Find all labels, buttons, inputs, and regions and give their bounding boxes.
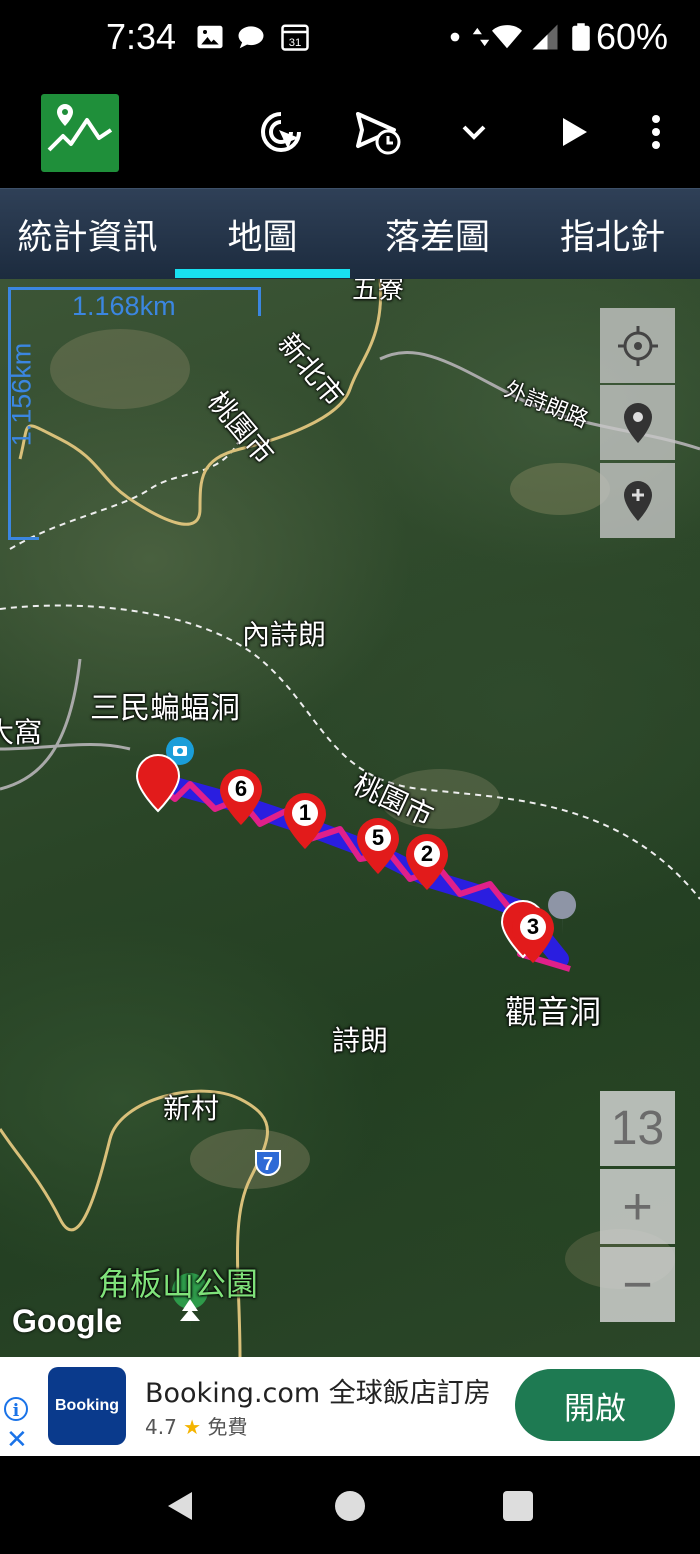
- place-label: 新村: [163, 1092, 220, 1125]
- tab-elevation[interactable]: 落差圖: [350, 189, 525, 280]
- place-label: 角板山公園: [98, 1265, 259, 1303]
- start-marker[interactable]: [135, 753, 181, 813]
- more-vert-icon[interactable]: [628, 104, 684, 160]
- waypoint-marker[interactable]: 2: [404, 832, 450, 892]
- place-label: 觀音洞: [505, 993, 602, 1031]
- battery-icon: [572, 23, 590, 51]
- waypoint-marker[interactable]: 3: [510, 905, 556, 965]
- waypoint-number: 6: [234, 776, 248, 801]
- zoom-out-button[interactable]: −: [600, 1247, 675, 1322]
- my-location-button[interactable]: [600, 308, 675, 383]
- tab-statistics[interactable]: 統計資訊: [0, 189, 175, 280]
- recents-icon[interactable]: [500, 1488, 536, 1524]
- tab-selected-indicator: [175, 269, 350, 278]
- calendar-day: 31: [289, 37, 302, 49]
- zoom-in-button[interactable]: +: [600, 1169, 675, 1244]
- data-arrows-icon: [472, 27, 490, 47]
- location-pin-button[interactable]: [600, 385, 675, 460]
- ad-price: 免費: [207, 1415, 248, 1439]
- tab-compass[interactable]: 指北針: [525, 189, 700, 280]
- status-bar: 7:34 31 60%: [0, 0, 700, 80]
- home-icon[interactable]: [332, 1488, 368, 1524]
- cell-signal-icon: [532, 24, 558, 50]
- place-label: 內詩朗: [242, 618, 327, 651]
- waypoint-marker[interactable]: 5: [355, 816, 401, 876]
- waypoint-number: 1: [298, 800, 312, 825]
- tab-map[interactable]: 地圖: [175, 189, 350, 280]
- ad-rating: 4.7: [145, 1415, 177, 1439]
- map-pin-icon: [623, 402, 652, 443]
- place-label: 五寮: [352, 279, 405, 305]
- waypoint-number: 5: [371, 825, 385, 850]
- map-view[interactable]: 7 1.168km 1.156km 五寮 新北市 桃園市 外詩朗路 內詩朗 三民…: [0, 279, 700, 1357]
- gallery-icon: [197, 25, 223, 49]
- app-logo-icon[interactable]: [41, 94, 119, 172]
- scale-label-horizontal: 1.168km: [72, 291, 176, 321]
- place-label: 大窩: [0, 716, 43, 749]
- place-label: 詩朗: [332, 1024, 389, 1057]
- gps-cursor-icon[interactable]: [253, 104, 309, 160]
- scale-label-vertical: 1.156km: [6, 342, 37, 447]
- tab-bar: 統計資訊 地圖 落差圖 指北針: [0, 188, 700, 280]
- waypoint-marker[interactable]: 6: [218, 767, 264, 827]
- chevron-down-icon[interactable]: [446, 104, 502, 160]
- play-icon[interactable]: [545, 104, 601, 160]
- ad-info-icon[interactable]: i: [4, 1397, 28, 1421]
- battery-percent: 60%: [595, 16, 668, 57]
- waypoint-number: 2: [420, 841, 434, 866]
- ad-banner[interactable]: i ✕ Booking Booking.com 全球飯店訂房 4.7 ★ 免費 …: [0, 1357, 700, 1456]
- map-overlay: 7: [0, 279, 700, 1357]
- star-icon: ★: [183, 1415, 202, 1439]
- route-7-label: 7: [263, 1154, 273, 1174]
- waypoint-marker[interactable]: 1: [282, 791, 328, 851]
- ad-meta: 4.7 ★ 免費: [145, 1411, 247, 1440]
- add-pin-button[interactable]: [600, 463, 675, 538]
- send-schedule-icon[interactable]: [350, 104, 406, 160]
- ad-title: Booking.com 全球飯店訂房: [145, 1378, 491, 1409]
- status-time: 7:34: [106, 16, 177, 57]
- app-toolbar: [0, 80, 700, 188]
- google-attribution: Google: [12, 1303, 123, 1339]
- ad-open-button[interactable]: 開啟: [515, 1369, 675, 1441]
- ad-close-icon[interactable]: ✕: [6, 1427, 28, 1453]
- dot-icon: [450, 32, 460, 42]
- system-nav-bar: [0, 1456, 700, 1554]
- district-boundary: [0, 604, 700, 900]
- calendar-icon: 31: [281, 24, 309, 51]
- zoom-level: 13: [600, 1091, 675, 1166]
- booking-logo: Booking: [48, 1367, 126, 1445]
- wifi-icon: [492, 25, 522, 49]
- crosshair-icon: [617, 325, 658, 366]
- waypoint-number: 3: [526, 914, 540, 939]
- add-pin-icon: [623, 480, 652, 521]
- place-label: 三民蝙蝠洞: [90, 691, 240, 726]
- chat-bubble-icon: [238, 26, 264, 49]
- back-icon[interactable]: [162, 1488, 198, 1524]
